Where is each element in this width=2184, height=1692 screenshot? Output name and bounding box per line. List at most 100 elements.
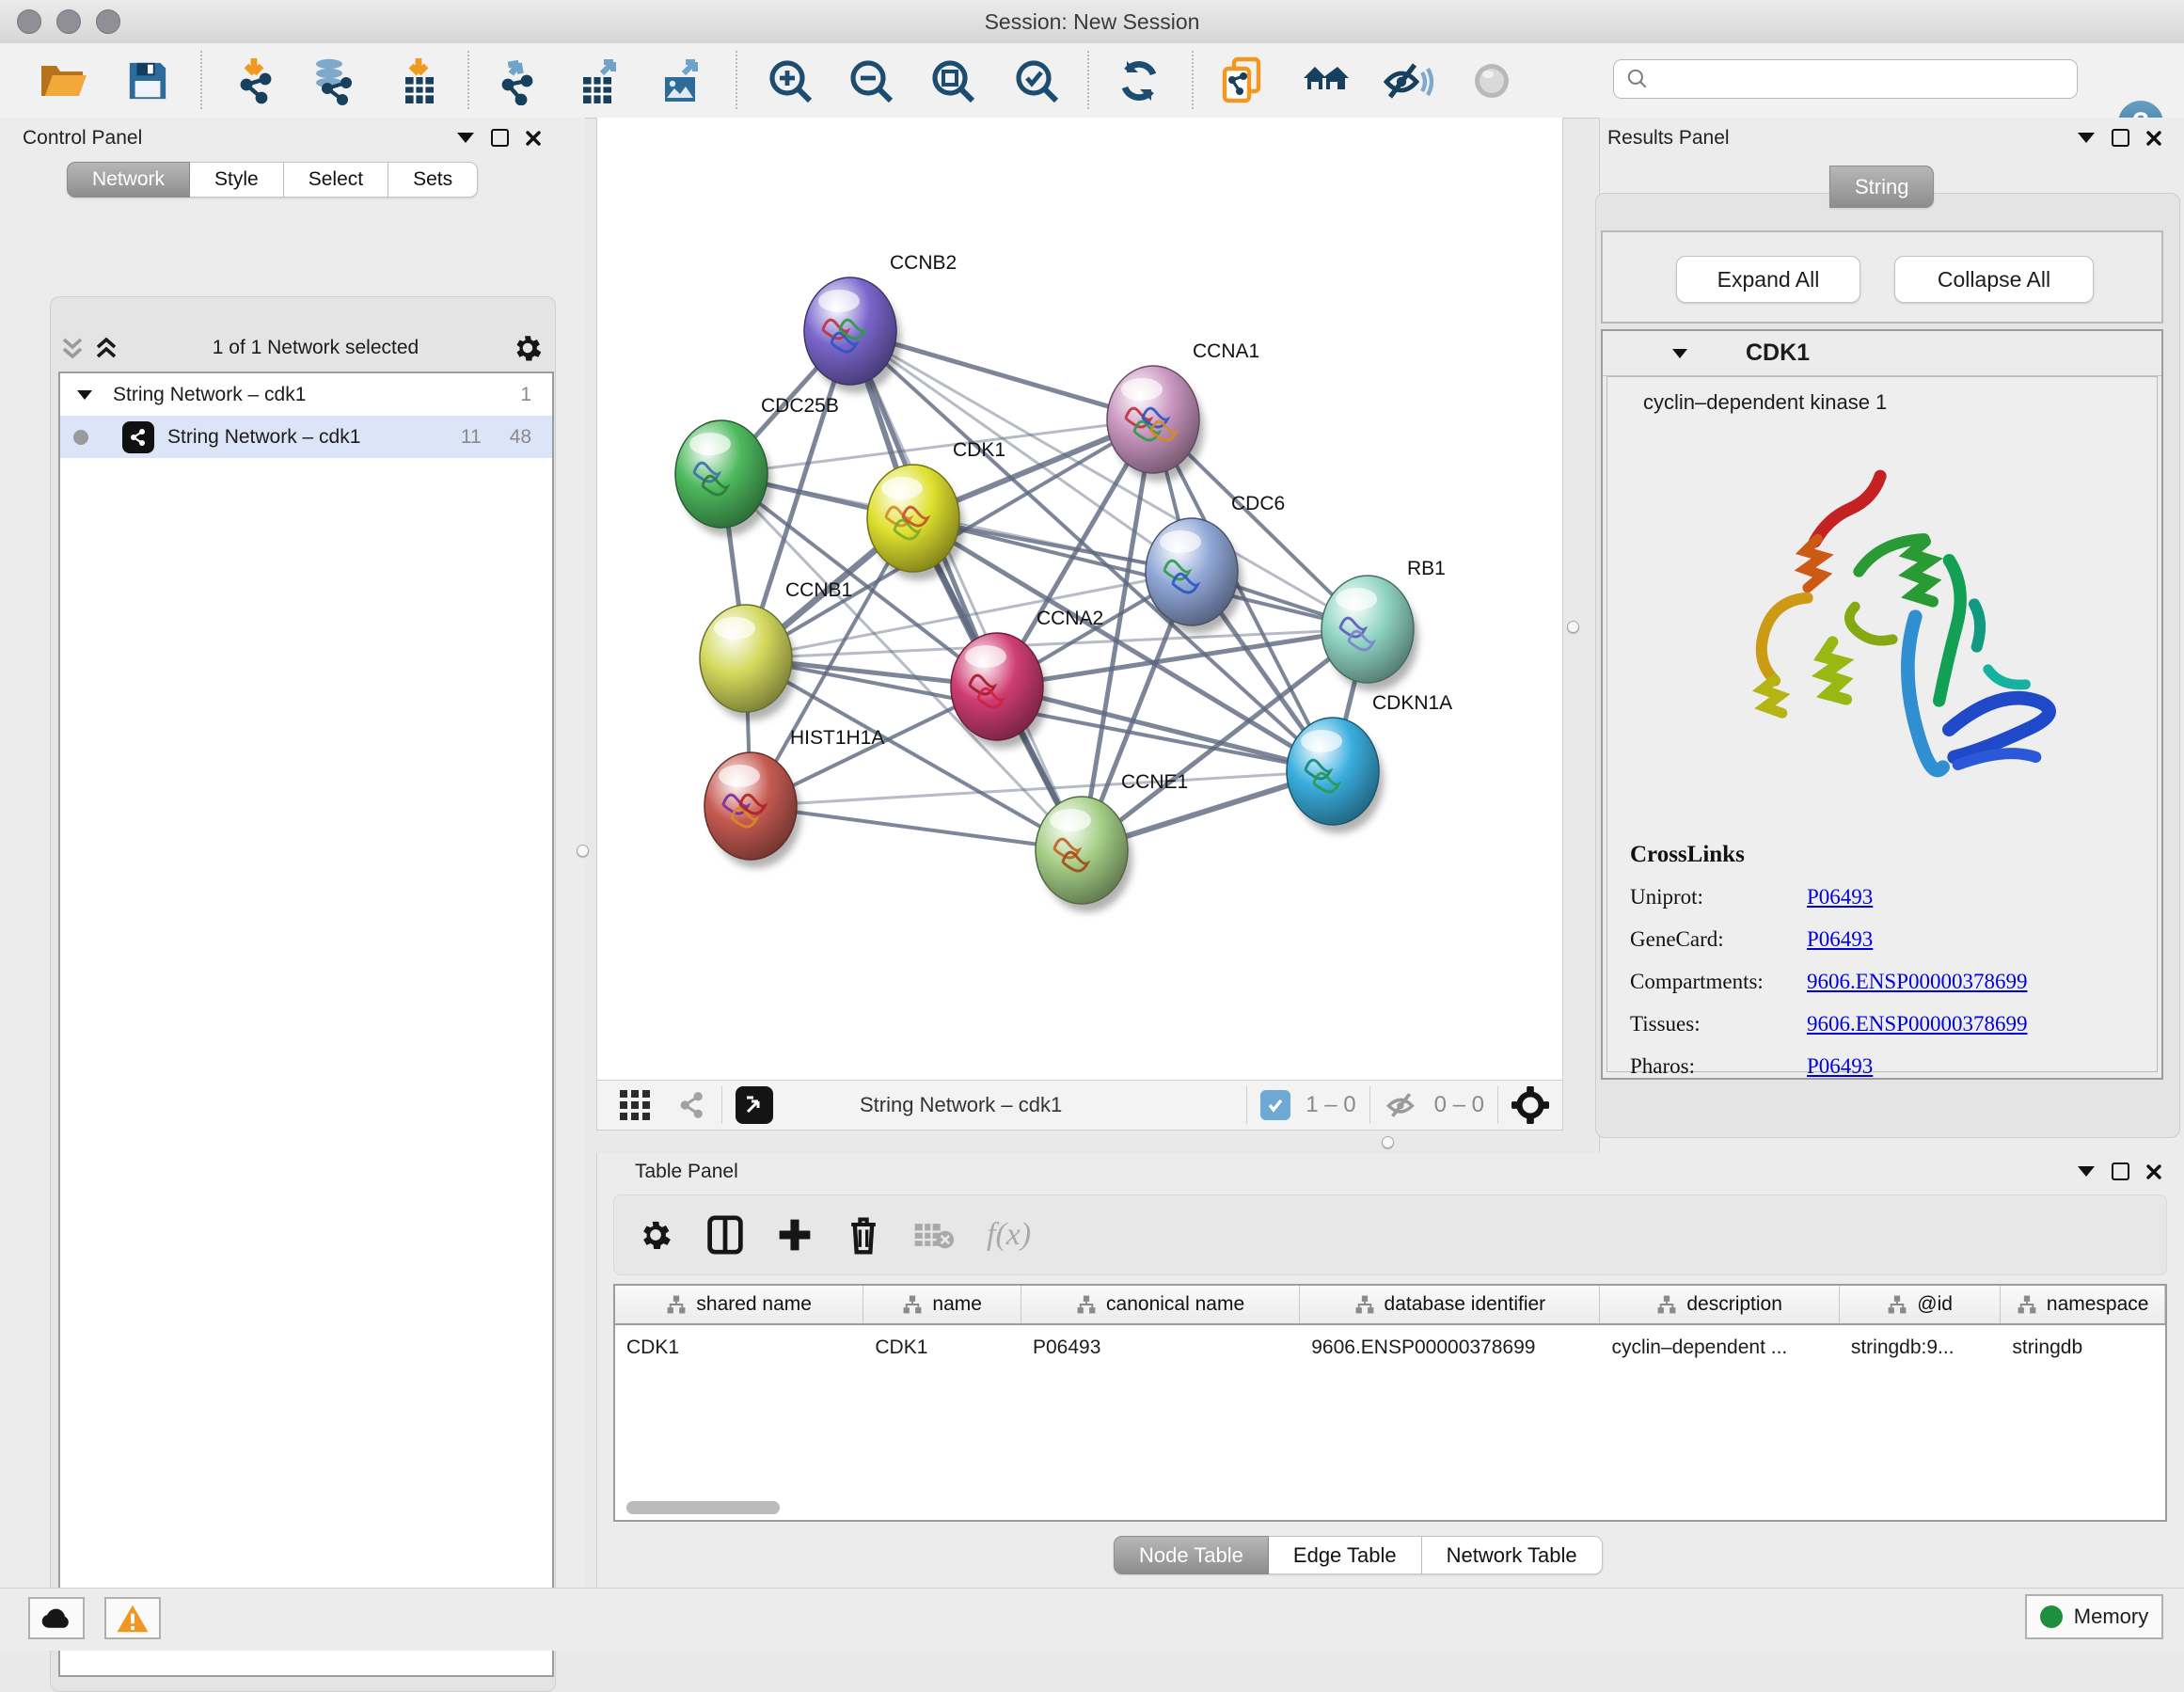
tab-select[interactable]: Select: [284, 162, 388, 198]
network-options-gear-icon[interactable]: [511, 331, 545, 365]
table-cell[interactable]: CDK1: [863, 1336, 1021, 1359]
right-splitter-handle[interactable]: [1567, 621, 1579, 633]
open-session-icon[interactable]: [38, 55, 90, 107]
network-canvas[interactable]: CCNB2CCNA1CDC25BCDK1CDC6RB1CCNB1CCNA2CDK…: [596, 118, 1563, 1080]
hidden-indicator-eye-icon[interactable]: [1384, 1090, 1421, 1120]
scrollbar-thumb[interactable]: [626, 1501, 780, 1514]
network-node[interactable]: [1287, 718, 1384, 833]
network-edge[interactable]: [850, 331, 1082, 850]
crosslink-link[interactable]: 9606.ENSP00000378699: [1807, 970, 2028, 994]
table-hscrollbar[interactable]: [613, 1501, 2165, 1516]
crosslink-link[interactable]: 9606.ENSP00000378699: [1807, 1012, 2028, 1036]
table-cell[interactable]: stringdb:9...: [1840, 1336, 2002, 1359]
left-splitter-handle[interactable]: [577, 845, 589, 857]
column-header-name[interactable]: name: [863, 1286, 1021, 1323]
create-column-icon[interactable]: [776, 1216, 814, 1254]
export-network-icon[interactable]: [490, 55, 543, 107]
birdseye-view-icon[interactable]: [736, 1086, 773, 1124]
network-tree-root-row[interactable]: String Network – cdk1 1: [60, 373, 552, 416]
control-panel-maximize-icon[interactable]: [491, 129, 509, 147]
table-cell[interactable]: CDK1: [615, 1336, 863, 1359]
network-node[interactable]: [1036, 797, 1132, 912]
column-header--id[interactable]: @id: [1840, 1286, 2002, 1323]
apply-layout-icon[interactable]: [1113, 55, 1165, 107]
share-view-icon[interactable]: [676, 1089, 708, 1121]
warnings-button[interactable]: [104, 1597, 161, 1639]
column-header-shared-name[interactable]: shared name: [615, 1286, 863, 1323]
delete-column-icon[interactable]: [846, 1214, 881, 1256]
network-node[interactable]: [1321, 576, 1418, 691]
crosslink-link[interactable]: P06493: [1807, 927, 1873, 952]
table-cell[interactable]: 9606.ENSP00000378699: [1300, 1336, 1600, 1359]
network-graph[interactable]: [597, 118, 1562, 1078]
toolbar-separator: [1087, 51, 1089, 109]
network-node[interactable]: [704, 752, 801, 868]
first-neighbors-icon[interactable]: [1217, 55, 1270, 107]
control-panel-float-icon[interactable]: [457, 133, 474, 143]
network-tree-item-row[interactable]: String Network – cdk1 11 48: [60, 416, 552, 458]
network-node[interactable]: [951, 633, 1048, 749]
table-panel-float-icon[interactable]: [2078, 1166, 2095, 1177]
import-table-icon[interactable]: [393, 55, 446, 107]
export-table-icon[interactable]: [573, 55, 625, 107]
export-image-icon[interactable]: [655, 55, 707, 107]
pan-mode-icon[interactable]: [1511, 1086, 1549, 1124]
gene-section-expander-icon[interactable]: [1672, 349, 1687, 358]
tab-network[interactable]: Network: [67, 162, 190, 198]
search-input[interactable]: [1657, 67, 2077, 91]
import-network-file-icon[interactable]: [229, 55, 281, 107]
column-type-icon: [1887, 1294, 1907, 1315]
show-columns-icon[interactable]: [706, 1214, 744, 1256]
collapse-all-networks-icon[interactable]: [92, 336, 120, 360]
zoom-out-icon[interactable]: [845, 55, 897, 107]
grid-mode-icon[interactable]: [618, 1088, 652, 1122]
tab-string[interactable]: String: [1829, 166, 1934, 208]
crosslink-link[interactable]: P06493: [1807, 885, 1873, 909]
control-panel-close-icon[interactable]: [526, 131, 541, 146]
table-options-gear-icon[interactable]: [637, 1216, 674, 1254]
cloud-status-button[interactable]: [28, 1597, 85, 1639]
column-header-canonical-name[interactable]: canonical name: [1021, 1286, 1300, 1323]
zoom-in-icon[interactable]: [764, 55, 816, 107]
home-neighborhood-icon[interactable]: [1301, 55, 1353, 107]
network-node[interactable]: [700, 605, 797, 720]
zoom-selected-icon[interactable]: [1010, 55, 1063, 107]
table-panel-maximize-icon[interactable]: [2112, 1162, 2129, 1180]
results-panel-float-icon[interactable]: [2078, 133, 2095, 143]
expand-all-networks-icon[interactable]: [58, 336, 87, 360]
tab-node-table[interactable]: Node Table: [1114, 1536, 1269, 1574]
memory-button[interactable]: Memory: [2025, 1594, 2163, 1639]
table-cell[interactable]: cyclin–dependent ...: [1600, 1336, 1839, 1359]
search-icon: [1625, 67, 1650, 91]
table-cell[interactable]: P06493: [1021, 1336, 1300, 1359]
save-session-icon[interactable]: [121, 55, 174, 107]
zoom-fit-icon[interactable]: [926, 55, 979, 107]
table-panel-close-icon[interactable]: [2146, 1164, 2161, 1179]
column-header-namespace[interactable]: namespace: [2001, 1286, 2165, 1323]
tree-expander-icon[interactable]: [77, 390, 92, 400]
crosslink-link[interactable]: P06493: [1807, 1054, 1873, 1079]
netbar-separator: [1497, 1086, 1498, 1124]
table-row[interactable]: CDK1CDK1P064939606.ENSP00000378699cyclin…: [615, 1325, 2165, 1370]
import-network-database-icon[interactable]: [307, 55, 359, 107]
network-node[interactable]: [867, 465, 964, 580]
network-node[interactable]: [804, 277, 901, 393]
column-header-description[interactable]: description: [1600, 1286, 1839, 1323]
table-cell[interactable]: stringdb: [2001, 1336, 2165, 1359]
network-node[interactable]: [1107, 366, 1204, 482]
show-all-icon-disabled[interactable]: [1465, 55, 1518, 107]
network-node[interactable]: [675, 420, 772, 536]
tab-edge-table[interactable]: Edge Table: [1269, 1536, 1422, 1574]
selected-indicator-checkbox[interactable]: [1260, 1090, 1290, 1120]
column-header-database-identifier[interactable]: database identifier: [1300, 1286, 1600, 1323]
tab-style[interactable]: Style: [190, 162, 284, 198]
collapse-all-button[interactable]: Collapse All: [1894, 256, 2094, 303]
bottom-splitter-handle[interactable]: [1382, 1136, 1394, 1148]
hide-selected-icon[interactable]: [1382, 55, 1434, 107]
network-node[interactable]: [1146, 518, 1242, 634]
expand-all-button[interactable]: Expand All: [1676, 256, 1860, 303]
results-panel-maximize-icon[interactable]: [2112, 129, 2129, 147]
tab-sets[interactable]: Sets: [388, 162, 478, 198]
results-panel-close-icon[interactable]: [2146, 131, 2161, 146]
tab-network-table[interactable]: Network Table: [1422, 1536, 1603, 1574]
